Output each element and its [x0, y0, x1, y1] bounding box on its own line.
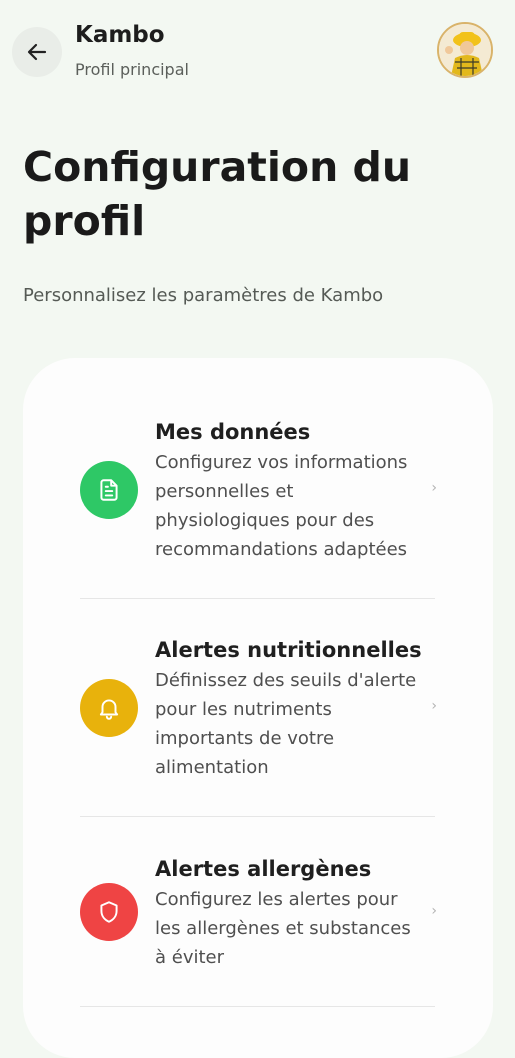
page-title: Configuration du profil	[23, 143, 412, 245]
chevron-right-icon: ›	[431, 903, 437, 919]
page-subtitle: Personnalisez les paramètres de Kambo	[23, 285, 384, 306]
settings-item-alertes-allergenes[interactable]: Alertes allergènes Configurez les alerte…	[80, 855, 437, 975]
app-title: Kambo	[75, 22, 165, 48]
item-description: Configurez les alertes pour les allergèn…	[155, 889, 411, 968]
header-titles: Kambo Profil principal	[75, 20, 189, 80]
chevron-right-icon: ›	[431, 698, 437, 714]
settings-item-alertes-nutritionnelles[interactable]: Alertes nutritionnelles Définissez des s…	[80, 636, 437, 786]
chevron-right-icon: ›	[431, 480, 437, 496]
item-description: Définissez des seuils d'alerte pour les …	[155, 670, 417, 778]
avatar-illustration	[439, 24, 491, 76]
bell-icon-badge	[80, 679, 138, 737]
shield-icon-badge	[80, 883, 138, 941]
document-icon-badge	[80, 461, 138, 519]
item-title: Mes données	[155, 420, 311, 444]
item-title: Alertes allergènes	[155, 857, 372, 881]
item-text: Alertes allergènes Configurez les alerte…	[155, 855, 427, 972]
settings-item-mes-donnees[interactable]: Mes données Configurez vos informations …	[80, 418, 437, 568]
item-title: Alertes nutritionnelles	[155, 638, 422, 662]
divider	[80, 816, 435, 817]
bell-icon	[99, 699, 119, 720]
item-text: Alertes nutritionnelles Définissez des s…	[155, 636, 427, 782]
divider	[80, 598, 435, 599]
document-icon	[100, 479, 118, 501]
top-bar: Kambo Profil principal	[0, 0, 515, 100]
profile-subtitle: Profil principal	[75, 60, 189, 79]
settings-card: Mes données Configurez vos informations …	[23, 358, 493, 1058]
divider	[80, 1006, 435, 1007]
item-description: Configurez vos informations personnelles…	[155, 452, 408, 560]
shield-icon	[100, 901, 118, 923]
avatar[interactable]	[437, 22, 493, 78]
arrow-left-icon	[27, 43, 47, 61]
item-text: Mes données Configurez vos informations …	[155, 418, 427, 564]
back-button[interactable]	[12, 27, 62, 77]
